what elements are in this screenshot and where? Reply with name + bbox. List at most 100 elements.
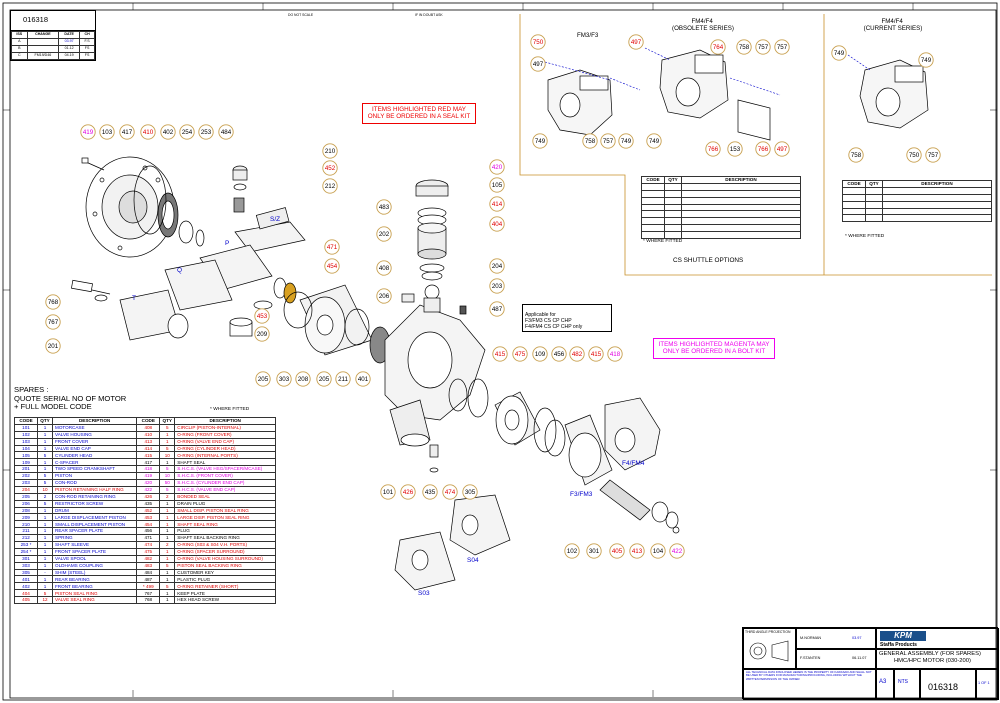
rev-header: CH [79,31,95,39]
if-in-doubt-note: IF IN DOUBT ASK [415,13,443,17]
spares-cell: 5 [159,561,176,570]
balloon-number: 757 [758,44,769,51]
spares-cell: SHAFT SLEEVE [51,541,138,549]
spares-cell: 205 [14,492,38,501]
spares-cell: SMALL DISP. PISTON SEAL RING [174,506,276,515]
shuttle-header-description: DESCRIPTION [681,176,801,184]
balloon-number: 453 [257,313,268,320]
shuttle-table-left-cell [664,189,682,198]
shuttle-table-left: CODE QTY DESCRIPTION [641,176,801,240]
spares-cell: PISTON RETAINING HALF RING [51,485,138,494]
spares-cell: 1 [37,444,53,453]
rev-header: ISS [11,31,28,39]
seal-kit-note-text: ITEMS HIGHLIGHTED RED MAY ONLY BE ORDERE… [367,106,471,121]
spares-cell: 422 [136,485,161,494]
shuttle-table-right-cell [865,193,883,202]
spares-row: 101 1 MOTORCASE 408 5 CIRCLIP (PISTON-INTERNA… [14,423,276,432]
spares-cell: CIRCLIP (PISTON-INTERNAL) [174,423,276,432]
balloon-number: 104 [653,548,664,555]
spares-cell: 5 [159,582,176,591]
spares-cell: 454 [136,520,161,529]
balloon-number: 764 [713,44,724,51]
spares-header-code: CODE [14,417,38,425]
balloon-number: 212 [325,183,336,190]
spares-cell: S.H.C.S. (VALVE HSG/SPACER/MCASE) [174,465,276,474]
spares-row: 202 5 PISTON 419 10 S.H.C.S. (FRONT COVER) [14,472,276,481]
balloon-number: 417 [122,129,133,136]
where-fitted-note-right: * WHERE FITTED [845,234,885,239]
bolt-kit-note-text: ITEMS HIGHLIGHTED MAGENTA MAY ONLY BE OR… [658,341,770,356]
sheet-cell: 1 OF 1 [975,668,999,700]
spares-cell: TWO SPEED CRANKSHAFT [51,465,138,474]
spares-cell: 410 [136,430,161,439]
shuttle-table-left-cell [681,217,801,226]
balloon-number: 758 [851,152,862,159]
spares-cell: 1 [37,561,53,570]
spares-cell: REAR BEARING [51,575,138,584]
spares-cell: 420 [136,479,161,487]
shuttle-table-right-row [842,214,992,223]
spares-cell: O-RING (S03 & S04 V.H. PORTS) [174,541,276,549]
balloon-number: 401 [358,376,369,383]
spares-cell: 1 [37,506,53,515]
balloon-number: 749 [921,57,932,64]
spares-cell: 453 [136,513,161,522]
spares-cell: C-SPACER [51,458,138,467]
spares-row: 253 * 1 SHAFT SLEEVE 474 2 O-RING (S03 & S04 … [14,541,276,549]
shuttle-table-left-cell [664,224,682,233]
spares-cell: 1 [37,437,53,446]
spares-row: 404 5 PISTON SEAL RING 767 1 KEEP PLATE [14,589,276,598]
spares-cell: PLASTIC PLUG [174,575,276,584]
shuttle-table-left-row [641,189,801,198]
spares-header-description: DESCRIPTION [51,417,138,425]
spares-cell: CON-ROD RETAINING RING [51,492,138,501]
scale-cell: NTS [893,668,921,700]
balloon-number: 497 [777,146,788,153]
spares-cell: 419 [136,472,161,481]
balloon-number: 253 [201,129,212,136]
do-not-scale-note: DO NOT SCALE [288,13,314,17]
label-sz: S/Z [270,216,280,223]
balloon-number: 153 [730,146,741,153]
shuttle-table-right-cell [865,186,883,195]
spares-cell: 1 [37,541,53,549]
spares-cell: 1 [159,554,176,563]
spares-cell: 474 [136,541,161,549]
balloon-number: 203 [492,283,503,290]
spares-cell: FRONT COVER [51,437,138,446]
balloon-number: 410 [143,129,154,136]
spares-cell: 105 [14,451,38,460]
spares-row: 109 1 C-SPACER 417 1 SHAFT SEAL [14,458,276,467]
spares-cell: PISTON [51,472,138,481]
spares-cell: 202 [14,472,38,481]
shuttle-table-left-row [641,217,801,226]
spares-cell: SHAFT SEAL [174,458,276,467]
spares-cell: 204 [14,485,38,494]
spares-cell: 1 [37,423,53,432]
view-title-fm4-obsolete-line2: (OBSOLETE SERIES) [672,25,734,32]
shuttle-header-qty: QTY [865,180,883,188]
spares-row: 402 1 FRONT BEARING * 499 5 O-RING RETAINER (… [14,582,276,591]
balloon-number: 105 [492,182,503,189]
spares-cell: 435 [136,499,161,508]
rev-header: CHANGE [26,31,60,39]
spares-cell: CYLINDER HEAD [51,451,138,460]
view-title-fm3: FM3/F3 [577,32,599,39]
shuttle-header-description: DESCRIPTION [882,180,992,188]
spares-cell: 5 [37,589,53,598]
spares-cell: OLDHAMS COUPLING [51,561,138,570]
shuttle-header-qty: QTY [664,176,682,184]
shuttle-header-code: CODE [842,180,866,188]
balloon-number: 415 [495,351,506,358]
balloon-number: 758 [585,138,596,145]
shuttle-table-left-row [641,196,801,205]
spares-cell: S.H.C.S. (FRONT COVER) [174,472,276,481]
balloon-number: 749 [621,138,632,145]
spares-cell: 1 [159,520,176,529]
shuttle-table-right-cell [842,207,866,216]
drawing-title-line1: GENERAL ASSEMBLY (FOR SPARES) [879,651,981,657]
spares-cell: 1 [159,458,176,467]
spares-cell: 10 [159,472,176,481]
spares-cell: HEX HEAD SCREW [174,596,276,605]
shuttle-table-left-cell [664,210,682,219]
